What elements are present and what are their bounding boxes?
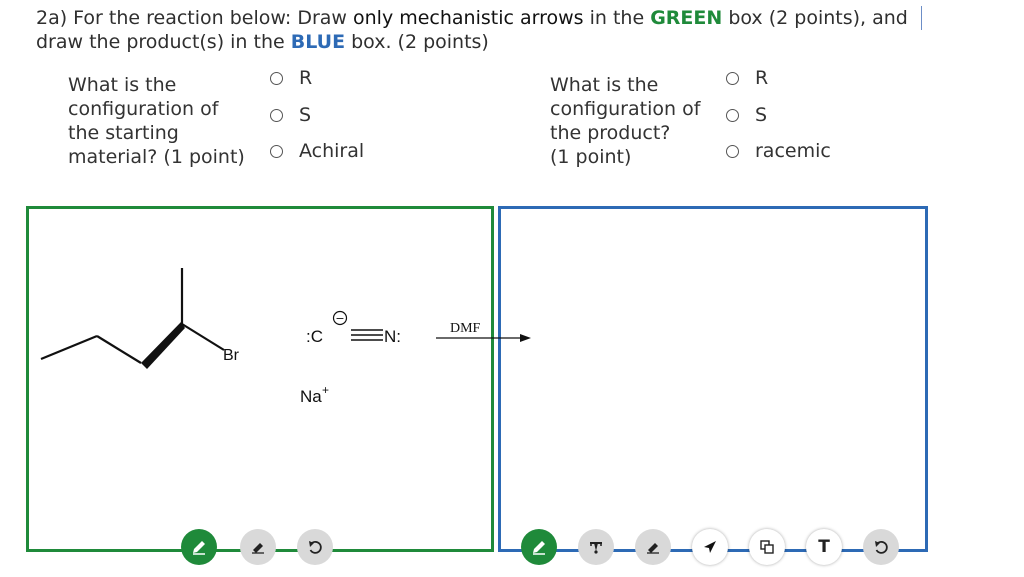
sodium-charge: + — [322, 383, 329, 397]
bond — [40, 334, 98, 361]
pencil-tool-button[interactable] — [181, 529, 217, 565]
text-icon: T — [818, 537, 830, 557]
reaction-scheme: Br − :C N: Na + DMF — [40, 268, 531, 406]
undo-icon — [875, 541, 888, 554]
eraser-tool-button[interactable] — [240, 529, 276, 565]
solvent-label: DMF — [450, 321, 481, 336]
undo-tool-button[interactable] — [863, 529, 899, 565]
pencil-icon — [193, 541, 205, 555]
shapes-icon — [760, 540, 774, 554]
cyanide-nitrogen: N: — [384, 327, 401, 346]
triple-bond — [351, 329, 383, 341]
reaction-arrow-head — [520, 334, 531, 342]
eraser-icon — [647, 543, 659, 554]
bromine-label: Br — [223, 347, 240, 364]
pencil-tool-button[interactable] — [521, 529, 557, 565]
eraser-tool-button[interactable] — [635, 529, 671, 565]
cyanide-carbon: :C — [306, 327, 323, 346]
arrow-icon — [704, 541, 716, 553]
arrow-tool-button[interactable] — [692, 529, 728, 565]
pin-icon — [590, 542, 602, 554]
bond — [96, 335, 142, 364]
sodium-counterion: Na — [300, 387, 322, 406]
alkyl-halide-structure — [40, 268, 225, 364]
pencil-icon — [533, 541, 545, 555]
charge-sign: − — [335, 312, 344, 325]
pin-tool-button[interactable] — [578, 529, 614, 565]
eraser-icon — [252, 543, 264, 554]
shapes-tool-button[interactable] — [749, 529, 785, 565]
text-tool-button[interactable]: T — [806, 529, 842, 565]
undo-icon — [309, 541, 322, 554]
undo-tool-button[interactable] — [297, 529, 333, 565]
wedge-bond — [141, 322, 185, 369]
bond — [181, 323, 225, 351]
